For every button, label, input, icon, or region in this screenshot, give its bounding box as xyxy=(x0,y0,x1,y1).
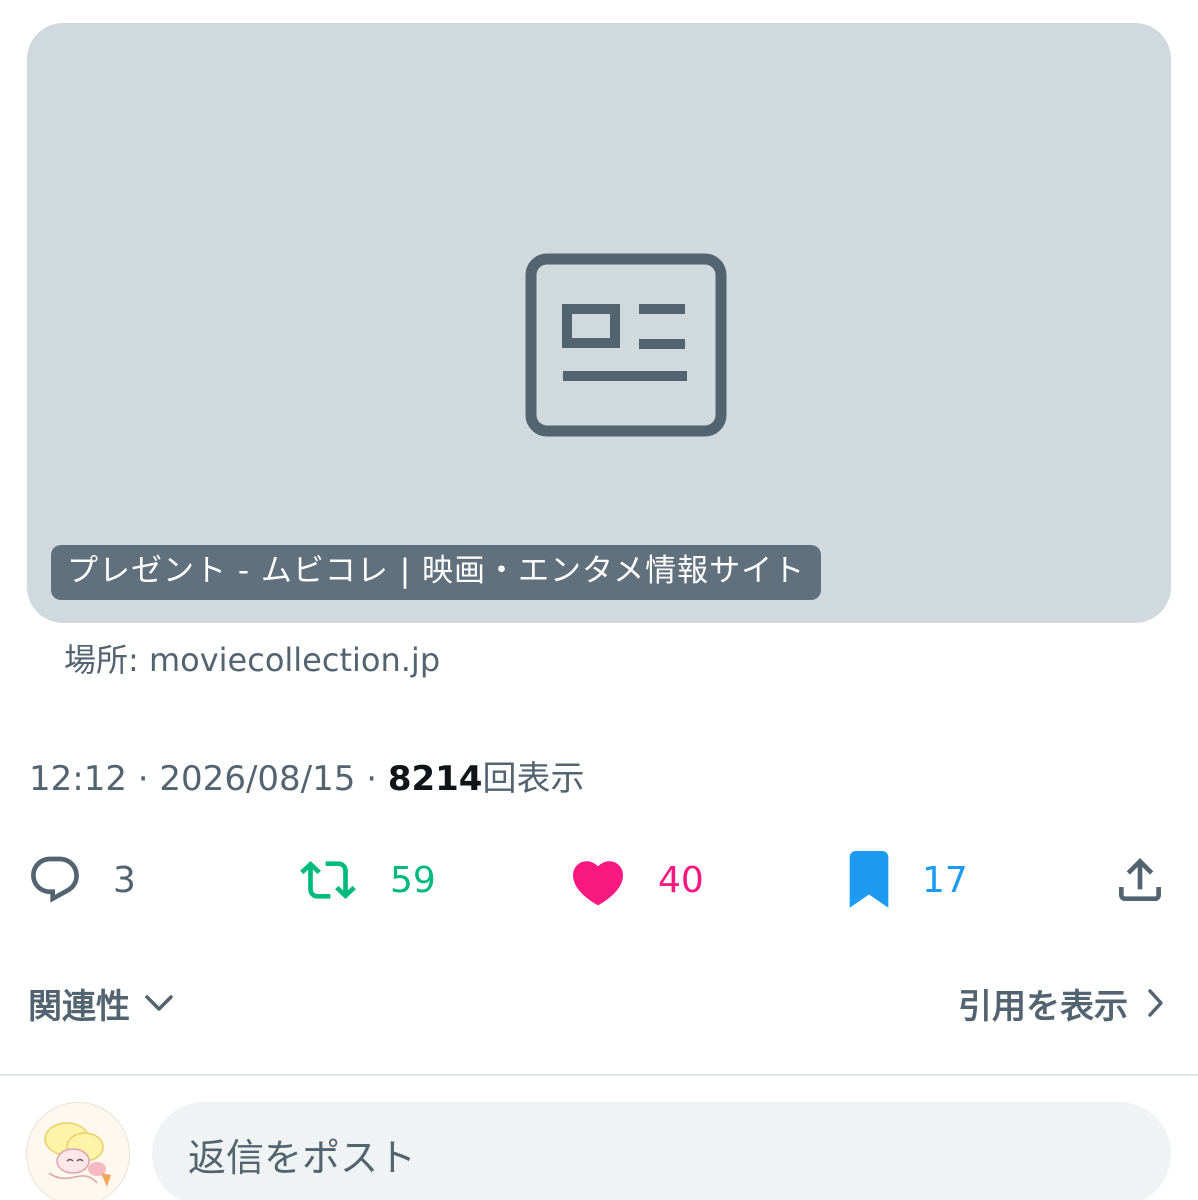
views-count: 8214 xyxy=(387,759,483,799)
retweet-button[interactable]: 59 xyxy=(296,840,436,920)
divider xyxy=(0,1074,1198,1076)
view-quotes-label: 引用を表示 xyxy=(958,986,1128,1027)
share-icon xyxy=(1119,858,1161,901)
avatar-illustration xyxy=(27,1103,129,1200)
link-card-title: プレゼント - ムビコレ | 映画・エンタメ情報サイト xyxy=(51,545,822,600)
link-card-source[interactable]: 場所: moviecollection.jp xyxy=(64,638,440,682)
post-time[interactable]: 12:12 xyxy=(29,759,127,799)
bookmark-button[interactable]: 17 xyxy=(846,840,968,920)
reply-sort-row: 関連性 引用を表示 xyxy=(0,975,1198,1031)
post-date[interactable]: 2026/08/15 xyxy=(159,759,355,799)
reply-button[interactable]: 3 xyxy=(27,840,136,920)
view-quotes-link[interactable]: 引用を表示 xyxy=(958,975,1164,1031)
retweet-count: 59 xyxy=(390,859,436,901)
reply-input[interactable]: 返信をポスト xyxy=(152,1102,1171,1200)
post-detail: プレゼント - ムビコレ | 映画・エンタメ情報サイト 場所: moviecol… xyxy=(0,0,1198,1200)
meta-separator: · xyxy=(137,759,149,799)
reply-count: 3 xyxy=(113,859,136,901)
bookmark-icon xyxy=(849,851,889,908)
reply-input-placeholder: 返信をポスト xyxy=(188,1135,417,1180)
action-bar: 3 59 40 17 xyxy=(0,840,1198,920)
avatar[interactable] xyxy=(26,1102,130,1200)
like-count: 40 xyxy=(658,859,704,901)
chevron-right-icon xyxy=(1148,989,1163,1017)
post-meta: 12:12 · 2026/08/15 · 8214回表示 xyxy=(29,755,584,803)
chevron-down-icon xyxy=(145,995,173,1011)
reply-icon xyxy=(31,856,79,903)
relevance-sort-button[interactable]: 関連性 xyxy=(28,975,174,1031)
heart-icon xyxy=(572,861,624,906)
relevance-sort-label: 関連性 xyxy=(28,986,130,1027)
article-icon xyxy=(525,253,727,437)
like-button[interactable]: 40 xyxy=(568,840,704,920)
views-label: 回表示 xyxy=(482,759,585,799)
share-button[interactable] xyxy=(1112,840,1168,920)
link-card[interactable]: プレゼント - ムビコレ | 映画・エンタメ情報サイト xyxy=(27,23,1171,623)
bookmark-count: 17 xyxy=(922,859,968,901)
meta-separator: · xyxy=(366,759,378,799)
retweet-icon xyxy=(300,861,356,899)
